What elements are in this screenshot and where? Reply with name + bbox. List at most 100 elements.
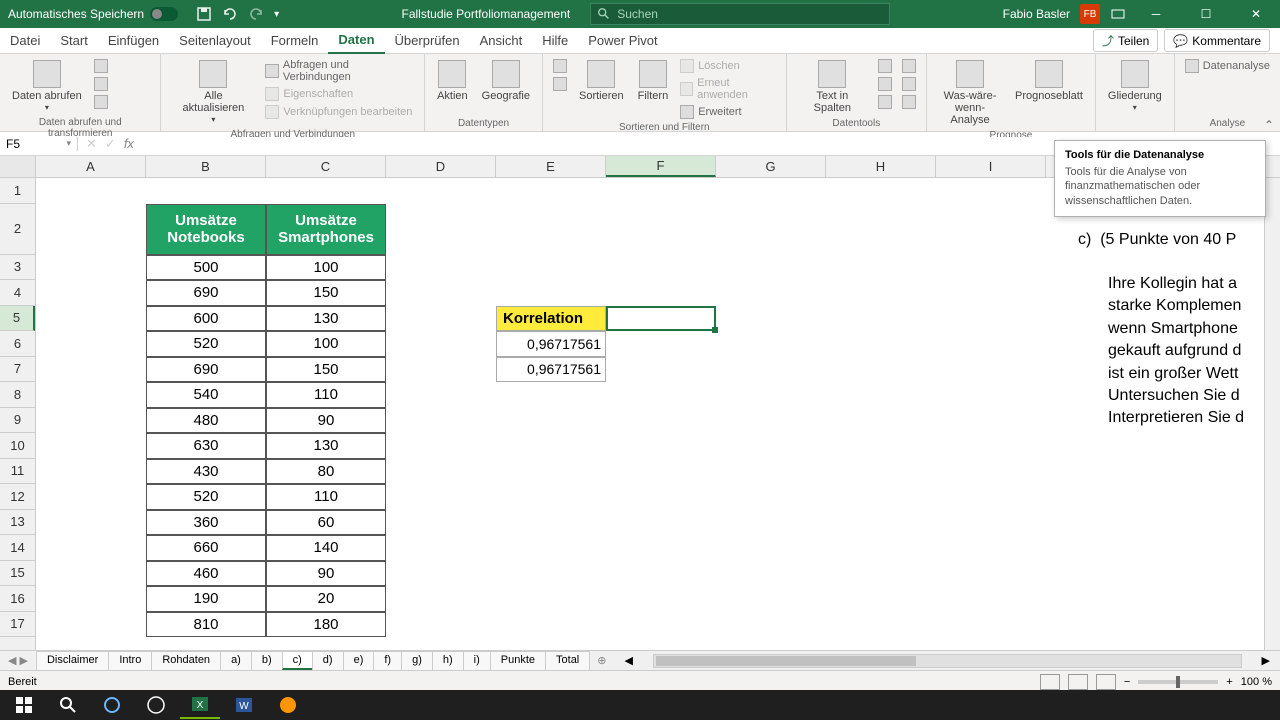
sheet-tab-i[interactable]: i) <box>463 651 491 670</box>
autosave-toggle[interactable]: Automatisches Speichern <box>0 7 186 21</box>
col-header-b[interactable]: B <box>146 156 266 177</box>
row-header-4[interactable]: 4 <box>0 280 35 306</box>
cells-area[interactable]: Umsätze Notebooks Umsätze Smartphones 50… <box>36 178 1280 650</box>
data-cell[interactable]: 500 <box>146 255 266 281</box>
get-data-button[interactable]: Daten abrufen▾ <box>8 58 86 115</box>
normal-view-button[interactable] <box>1040 674 1060 690</box>
col-header-a[interactable]: A <box>36 156 146 177</box>
forecast-button[interactable]: Prognoseblatt <box>1011 58 1087 104</box>
advanced-button[interactable]: Erweitert <box>678 104 777 120</box>
col-header-d[interactable]: D <box>386 156 496 177</box>
horizontal-scrollbar[interactable] <box>653 654 1242 668</box>
row-header-10[interactable]: 10 <box>0 433 35 459</box>
tab-daten[interactable]: Daten <box>328 28 384 54</box>
firefox-taskbar-button[interactable] <box>268 691 308 719</box>
vertical-scrollbar[interactable] <box>1264 178 1280 650</box>
sheet-tab-a[interactable]: a) <box>220 651 252 670</box>
validation-button[interactable] <box>876 94 894 110</box>
data-model-button[interactable] <box>900 94 918 110</box>
sort-button[interactable]: Sortieren <box>575 58 628 104</box>
row-header-12[interactable]: 12 <box>0 484 35 510</box>
word-taskbar-button[interactable]: W <box>224 691 264 719</box>
toggle-switch[interactable] <box>150 7 178 21</box>
page-layout-button[interactable] <box>1068 674 1088 690</box>
row-header-3[interactable]: 3 <box>0 255 35 281</box>
data-cell[interactable]: 90 <box>266 561 386 587</box>
data-analysis-button[interactable]: Datenanalyse <box>1183 58 1272 74</box>
from-table-button[interactable] <box>92 94 110 110</box>
data-cell[interactable]: 480 <box>146 408 266 434</box>
minimize-button[interactable]: ─ <box>1136 0 1176 28</box>
data-cell[interactable]: 140 <box>266 535 386 561</box>
refresh-all-button[interactable]: Alle aktualisieren▾ <box>169 58 257 127</box>
tab-ansicht[interactable]: Ansicht <box>470 28 533 54</box>
sheet-tab-c[interactable]: c) <box>282 651 313 670</box>
properties-button[interactable]: Eigenschaften <box>263 86 416 102</box>
data-cell[interactable]: 540 <box>146 382 266 408</box>
zoom-out-button[interactable]: − <box>1124 676 1130 688</box>
zoom-level[interactable]: 100 % <box>1241 676 1272 688</box>
row-header-17[interactable]: 17 <box>0 612 35 638</box>
row-header-6[interactable]: 6 <box>0 331 35 357</box>
from-web-button[interactable] <box>92 76 110 92</box>
add-sheet-button[interactable]: ⊕ <box>589 654 614 667</box>
col-header-i[interactable]: I <box>936 156 1046 177</box>
collapse-ribbon-button[interactable]: ⌃ <box>1264 118 1274 132</box>
sheet-tab-e[interactable]: e) <box>343 651 375 670</box>
data-cell[interactable]: 690 <box>146 357 266 383</box>
data-cell[interactable]: 90 <box>266 408 386 434</box>
row-header-16[interactable]: 16 <box>0 586 35 612</box>
row-header-8[interactable]: 8 <box>0 382 35 408</box>
whatif-button[interactable]: Was-wäre-wenn-Analyse <box>935 58 1005 128</box>
tab-hilfe[interactable]: Hilfe <box>532 28 578 54</box>
row-header-9[interactable]: 9 <box>0 408 35 434</box>
data-cell[interactable]: 110 <box>266 484 386 510</box>
data-cell[interactable]: 80 <box>266 459 386 485</box>
spreadsheet-grid[interactable]: A B C D E F G H I 1234567891011121314151… <box>0 156 1280 650</box>
row-header-2[interactable]: 2 <box>0 204 35 255</box>
flash-fill-button[interactable] <box>876 58 894 74</box>
page-break-button[interactable] <box>1096 674 1116 690</box>
data-cell[interactable]: 20 <box>266 586 386 612</box>
data-cell[interactable]: 660 <box>146 535 266 561</box>
tab-datei[interactable]: Datei <box>0 28 50 54</box>
search-taskbar-button[interactable] <box>48 691 88 719</box>
row-header-11[interactable]: 11 <box>0 459 35 485</box>
start-button[interactable] <box>4 691 44 719</box>
sheet-tab-Punkte[interactable]: Punkte <box>490 651 546 670</box>
queries-button[interactable]: Abfragen und Verbindungen <box>263 58 416 84</box>
redo-icon[interactable] <box>248 6 264 22</box>
data-cell[interactable]: 130 <box>266 433 386 459</box>
edit-links-button[interactable]: Verknüpfungen bearbeiten <box>263 104 416 120</box>
tab-formeln[interactable]: Formeln <box>261 28 329 54</box>
sort-za-button[interactable] <box>551 76 569 92</box>
data-cell[interactable]: 600 <box>146 306 266 332</box>
data-cell[interactable]: 690 <box>146 280 266 306</box>
fx-button[interactable]: fx <box>124 136 134 151</box>
excel-taskbar-button[interactable]: X <box>180 691 220 719</box>
outline-button[interactable]: Gliederung▾ <box>1104 58 1166 115</box>
remove-dup-button[interactable] <box>876 76 894 92</box>
data-cell[interactable]: 150 <box>266 280 386 306</box>
data-cell[interactable]: 190 <box>146 586 266 612</box>
qat-more-icon[interactable]: ▾ <box>274 9 279 20</box>
hscroll-right-icon[interactable]: ▶ <box>1262 654 1270 667</box>
task-view-button[interactable] <box>136 691 176 719</box>
sheet-tab-b[interactable]: b) <box>251 651 283 670</box>
filter-button[interactable]: Filtern <box>634 58 673 104</box>
save-icon[interactable] <box>196 6 212 22</box>
data-cell[interactable]: 150 <box>266 357 386 383</box>
sheet-tab-d[interactable]: d) <box>312 651 344 670</box>
data-cell[interactable]: 180 <box>266 612 386 638</box>
sort-az-button[interactable] <box>551 58 569 74</box>
data-cell[interactable]: 360 <box>146 510 266 536</box>
col-header-f[interactable]: F <box>606 156 716 177</box>
data-cell[interactable]: 130 <box>266 306 386 332</box>
data-cell[interactable]: 520 <box>146 484 266 510</box>
col-header-h[interactable]: H <box>826 156 936 177</box>
row-header-14[interactable]: 14 <box>0 535 35 561</box>
undo-icon[interactable] <box>222 6 238 22</box>
data-cell[interactable]: 110 <box>266 382 386 408</box>
close-button[interactable]: ✕ <box>1236 0 1276 28</box>
data-cell[interactable]: 60 <box>266 510 386 536</box>
